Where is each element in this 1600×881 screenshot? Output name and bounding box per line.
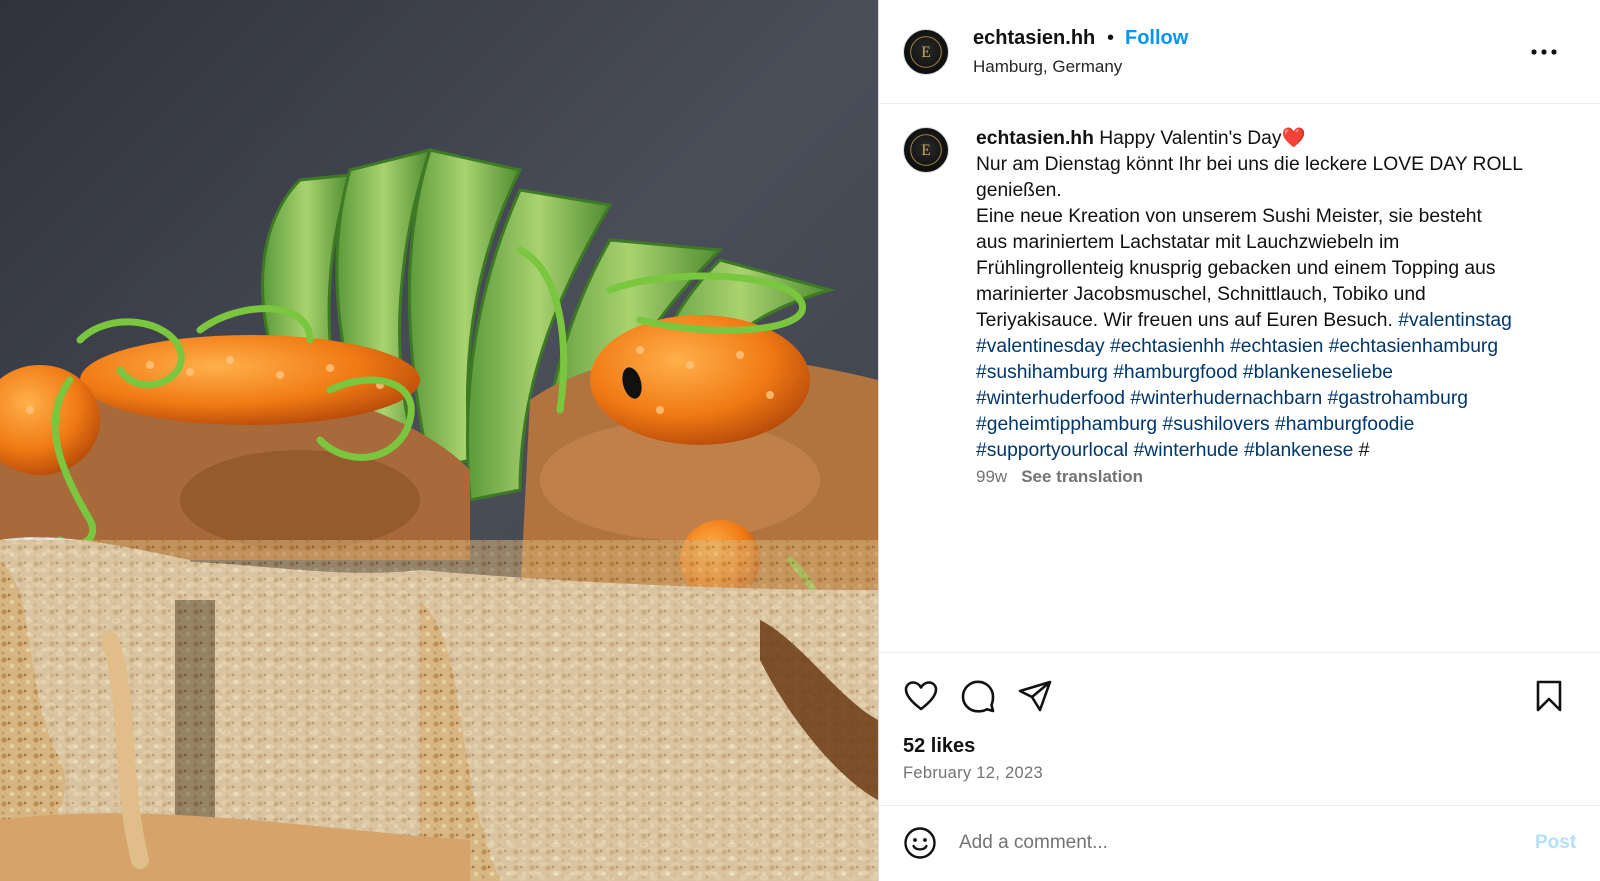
caption-line-3: genießen. — [976, 180, 1062, 201]
caption-line-12: #geheimtipphamburg #sushilovers #hamburg… — [976, 412, 1576, 438]
hashtag-link[interactable]: #supportyourlocal — [976, 440, 1128, 461]
caption-greeting: Happy Valentin's Day❤️ — [1099, 128, 1306, 149]
caption-line-6: Frühlingrollenteig knusprig gebacken und… — [976, 258, 1496, 279]
caption-line-8: Teriyakisauce. Wir freuen uns auf Euren … — [976, 308, 1576, 334]
hashtag-link[interactable]: #sushilovers — [1163, 414, 1270, 435]
post-details-panel: E echtasien.hh • Follow Hamburg, Germany… — [878, 0, 1600, 881]
caption-text: echtasien.hh Happy Valentin's Day❤️ Nur … — [976, 126, 1576, 464]
svg-text:E: E — [921, 142, 930, 159]
hashtag-link[interactable]: #hamburgfood — [1113, 362, 1237, 383]
caption-line-2: Nur am Dienstag könnt Ihr bei uns die le… — [976, 154, 1523, 175]
hashtag-link[interactable]: #sushihamburg — [976, 362, 1108, 383]
comment-bar: Post — [879, 805, 1600, 881]
hashtag-link[interactable]: #winterhudernachbarn — [1130, 388, 1322, 409]
post-button[interactable]: Post — [1535, 832, 1576, 854]
caption-section: E echtasien.hh Happy Valentin's Day❤️ Nu… — [879, 104, 1600, 652]
post-date: February 12, 2023 — [903, 764, 1043, 782]
caption-line-11: #winterhuderfood #winterhudernachbarn #g… — [976, 386, 1576, 412]
action-section: 52 likes February 12, 2023 — [879, 652, 1600, 805]
hashtag-link[interactable]: #winterhude — [1134, 440, 1239, 461]
post-age: 99w — [976, 467, 1008, 486]
location-link[interactable]: Hamburg, Germany — [973, 57, 1122, 77]
hashtag-link[interactable]: #blankeneseliebe — [1243, 362, 1393, 383]
see-translation-button[interactable]: See translation — [1021, 467, 1143, 486]
caption-line-8-text: Teriyakisauce. Wir freuen uns auf Euren … — [976, 310, 1393, 331]
sushi-roll-illustration — [0, 0, 878, 881]
likes-count[interactable]: 52 likes — [903, 735, 975, 758]
hashtag-link[interactable]: #echtasienhh — [1110, 336, 1225, 357]
hashtag-link[interactable]: #echtasienhamburg — [1329, 336, 1498, 357]
heart-icon[interactable] — [903, 678, 939, 714]
comment-input[interactable] — [959, 824, 1499, 862]
caption-meta: 99w See translation — [976, 467, 1143, 487]
hashtag-link[interactable]: #hamburgfoodie — [1275, 414, 1414, 435]
header-username[interactable]: echtasien.hh — [973, 27, 1095, 50]
hashtag-link[interactable]: #valentinesday — [976, 336, 1105, 357]
share-icon[interactable] — [1017, 678, 1053, 714]
more-options-icon[interactable] — [1529, 40, 1559, 64]
post-header: E echtasien.hh • Follow Hamburg, Germany — [879, 0, 1600, 104]
caption-line-9: #valentinesday #echtasienhh #echtasien #… — [976, 334, 1576, 360]
caption-line-4: Eine neue Kreation von unserem Sushi Mei… — [976, 206, 1482, 227]
caption-line-1: echtasien.hh Happy Valentin's Day❤️ — [976, 126, 1576, 152]
profile-avatar[interactable]: E — [903, 29, 949, 75]
hashtag-link[interactable]: #blankenese — [1244, 440, 1353, 461]
hashtag-link[interactable]: #echtasien — [1230, 336, 1323, 357]
caption-line-5: aus mariniertem Lachstatar mit Lauchzwie… — [976, 232, 1400, 253]
emoji-icon[interactable] — [903, 826, 937, 860]
caption-line-7: marinierter Jacobsmuschel, Schnittlauch,… — [976, 284, 1426, 305]
hashtag-link[interactable]: #winterhuderfood — [976, 388, 1125, 409]
hashtag-link[interactable]: #gastrohamburg — [1328, 388, 1468, 409]
header-separator: • — [1107, 27, 1115, 49]
post-photo[interactable] — [0, 0, 878, 881]
svg-text:E: E — [921, 44, 930, 61]
caption-avatar[interactable]: E — [903, 127, 949, 173]
bookmark-icon[interactable] — [1531, 678, 1567, 714]
trailing-hash: # — [1358, 440, 1370, 461]
caption-username[interactable]: echtasien.hh — [976, 128, 1094, 149]
hashtag-link[interactable]: #geheimtipphamburg — [976, 414, 1157, 435]
caption-line-13: #supportyourlocal #winterhude #blankenes… — [976, 438, 1576, 464]
hashtag-link[interactable]: #valentinstag — [1398, 310, 1512, 331]
caption-line-10: #sushihamburg #hamburgfood #blankeneseli… — [976, 360, 1576, 386]
follow-button[interactable]: Follow — [1125, 27, 1188, 50]
comment-icon[interactable] — [960, 678, 996, 714]
